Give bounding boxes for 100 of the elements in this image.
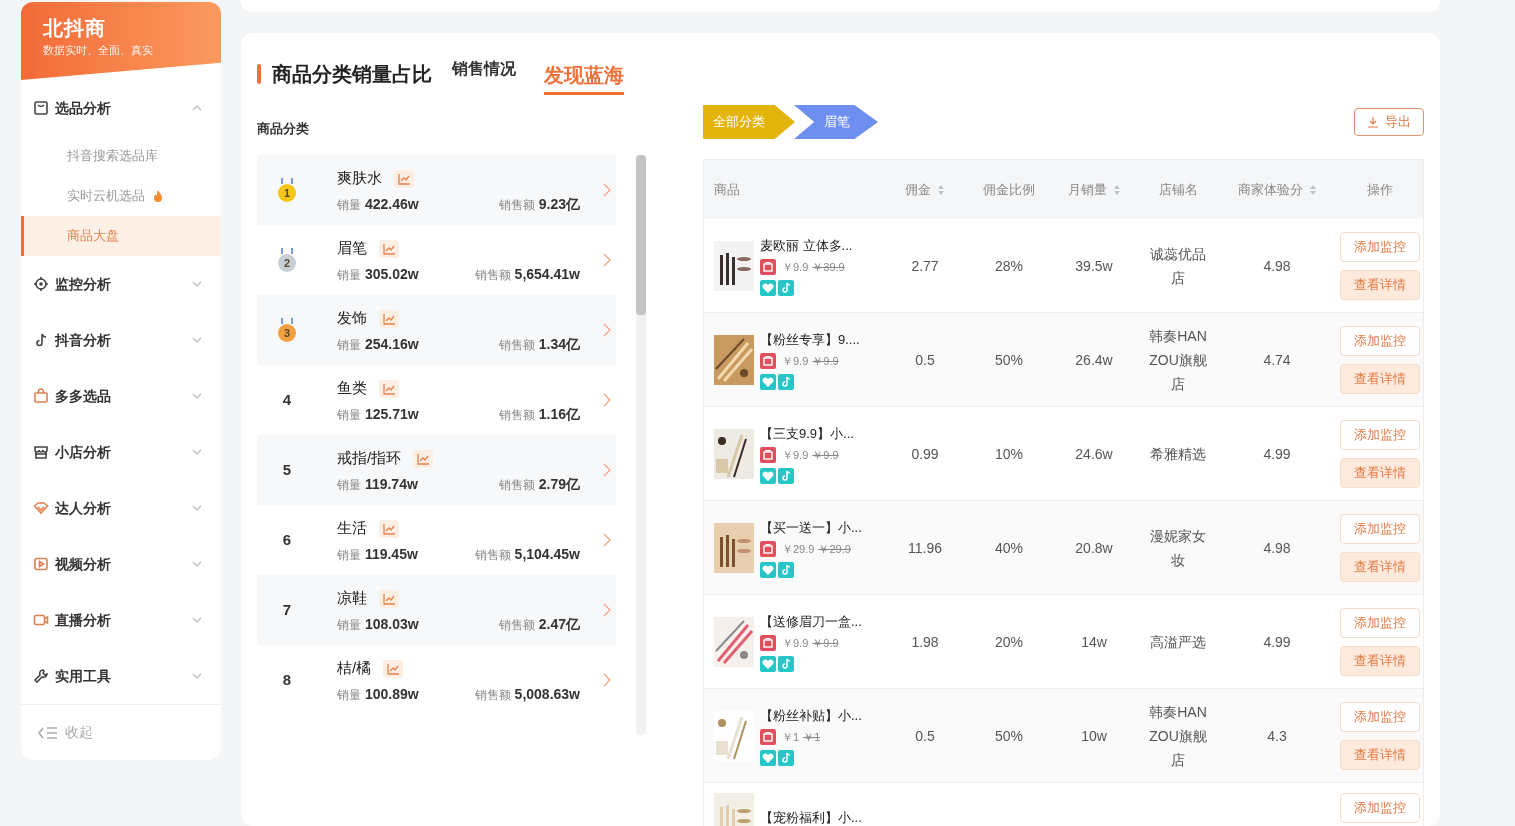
nav-item[interactable]: 小店分析 (21, 424, 221, 480)
nav-item[interactable]: 视频分析 (21, 536, 221, 592)
view-details-button[interactable]: 查看详情 (1340, 645, 1420, 676)
trend-chart-icon (413, 449, 434, 468)
category-row[interactable]: 5 戒指/指环 销量 119.74w 销售额 2.79亿 (257, 435, 616, 505)
table-cell-text: 4.74 (1263, 350, 1291, 370)
export-button[interactable]: 导出 (1354, 108, 1424, 136)
download-icon (1367, 116, 1379, 128)
category-name: 戒指/指环 (337, 448, 402, 469)
music-note-icon (778, 749, 794, 766)
category-name: 眉笔 (337, 238, 367, 259)
submenu-item[interactable]: 实时云机选品 (21, 176, 221, 216)
sales-revenue: 销售额 2.47亿 (498, 614, 580, 634)
table-cell-text: 28% (995, 256, 1023, 276)
nav-item[interactable]: 多多选品 (21, 368, 221, 424)
view-details-button[interactable]: 查看详情 (1340, 739, 1420, 770)
music-note-icon (778, 655, 794, 672)
table-cell-text: 4.98 (1263, 538, 1291, 558)
column-header: 佣金 (905, 180, 931, 199)
nav-label: 实用工具 (55, 666, 112, 686)
trend-chart-icon (379, 589, 399, 608)
table-cell-text: 0.5 (915, 726, 935, 746)
submenu-item[interactable]: 商品大盘 (21, 216, 221, 256)
sales-volume: 销量 305.02w (337, 264, 419, 284)
table-cell-text: 26.4w (1075, 350, 1113, 370)
table-cell-text: 10w (1081, 726, 1107, 746)
rank-number: 8 (282, 669, 292, 690)
category-row[interactable]: 1 爽肤水 销量 422.46w 销售额 9.23亿 (257, 155, 616, 225)
brand-name: 北抖商 (43, 16, 107, 40)
list-heading: 商品分类 (257, 120, 310, 138)
table-cell-text: 4.99 (1263, 632, 1291, 652)
nav-item[interactable]: 选品分析 (21, 80, 221, 136)
category-name: 凉鞋 (337, 588, 367, 609)
nav-item[interactable]: 监控分析 (21, 256, 221, 312)
sales-revenue: 销售额 9.23亿 (498, 194, 580, 214)
chevron-right-icon (603, 533, 611, 547)
category-row[interactable]: 3 发饰 销量 254.16w 销售额 1.34亿 (257, 295, 616, 365)
sales-revenue: 销售额 1.34亿 (498, 334, 580, 354)
shop-bag-icon (760, 259, 776, 276)
rank-number: 5 (282, 459, 292, 480)
column-header: 店铺名 (1158, 180, 1198, 199)
category-row[interactable]: 7 凉鞋 销量 108.03w 销售额 2.47亿 (257, 575, 616, 645)
add-monitor-button[interactable]: 添加监控 (1340, 701, 1420, 732)
nav-item[interactable]: 直播分析 (21, 592, 221, 648)
add-monitor-button[interactable]: 添加监控 (1340, 607, 1420, 638)
table-cell-text: 50% (995, 350, 1023, 370)
table-cell-text: 24.6w (1075, 444, 1113, 464)
table-cell-text: 高溢严选 (1149, 632, 1207, 652)
table-cell-text: 14w (1081, 632, 1107, 652)
add-monitor-button[interactable]: 添加监控 (1340, 419, 1420, 450)
breadcrumb-step[interactable]: 全部分类 (703, 105, 795, 139)
music-note-icon (778, 467, 794, 484)
scrollbar[interactable] (636, 155, 646, 735)
nav-item[interactable]: 达人分析 (21, 480, 221, 536)
nav-label: 抖音分析 (55, 330, 112, 350)
nav-label: 达人分析 (55, 498, 112, 518)
chevron-right-icon (603, 323, 611, 337)
add-monitor-button[interactable]: 添加监控 (1340, 793, 1420, 823)
add-monitor-button[interactable]: 添加监控 (1340, 513, 1420, 544)
brand-tagline: 数据实时、全面、真实 (43, 43, 154, 58)
category-name: 发饰 (337, 308, 367, 329)
rank-number: 4 (282, 389, 292, 410)
table-cell-text: 0.99 (911, 444, 939, 464)
scrollbar-thumb[interactable] (636, 155, 646, 315)
rank-number: 6 (282, 529, 292, 550)
submenu-item[interactable]: 抖音搜索选品库 (21, 136, 221, 176)
add-monitor-button[interactable]: 添加监控 (1340, 325, 1420, 356)
category-name: 鱼类 (337, 378, 367, 399)
nav-label: 小店分析 (55, 442, 112, 462)
table-cell-text: 39.5w (1075, 256, 1113, 276)
view-details-button[interactable]: 查看详情 (1340, 363, 1420, 394)
rank-number: 7 (282, 599, 292, 620)
table-cell-text: 漫妮家女妆 (1149, 526, 1207, 570)
original-price: ￥1 (803, 730, 821, 745)
trend-chart-icon (379, 519, 399, 538)
table-cell-text: 韩奏HANZOU旗舰店 (1148, 326, 1208, 394)
trend-chart-icon (394, 169, 414, 188)
view-details-button[interactable]: 查看详情 (1340, 457, 1420, 488)
view-details-button[interactable]: 查看详情 (1340, 551, 1420, 582)
column-header: 佣金比例 (983, 180, 1035, 199)
nav-item[interactable]: 实用工具 (21, 648, 221, 704)
tab[interactable]: 销售情况 (452, 57, 516, 81)
original-price: ￥9.9 (812, 354, 839, 369)
breadcrumb-step[interactable]: 眉笔 (794, 105, 878, 139)
price: ￥9.9 (782, 448, 809, 463)
sales-volume: 销量 422.46w (337, 194, 419, 214)
nav-item[interactable]: 抖音分析 (21, 312, 221, 368)
table-cell-text: 20.8w (1075, 538, 1113, 558)
music-note-icon (778, 561, 794, 578)
trend-chart-icon (383, 659, 404, 678)
column-header: 商家体验分 (1237, 180, 1303, 199)
tab[interactable]: 发现蓝海 (544, 60, 624, 95)
collapse-button[interactable]: 收起 (21, 704, 221, 760)
table-cell-text: 11.96 (908, 538, 942, 558)
chevron-right-icon (603, 183, 611, 197)
shop-bag-icon (760, 635, 776, 652)
product-title: 【送修眉刀一盒... (760, 612, 862, 631)
shop-bag-icon (760, 729, 776, 746)
view-details-button[interactable]: 查看详情 (1340, 269, 1420, 300)
add-monitor-button[interactable]: 添加监控 (1340, 231, 1420, 262)
